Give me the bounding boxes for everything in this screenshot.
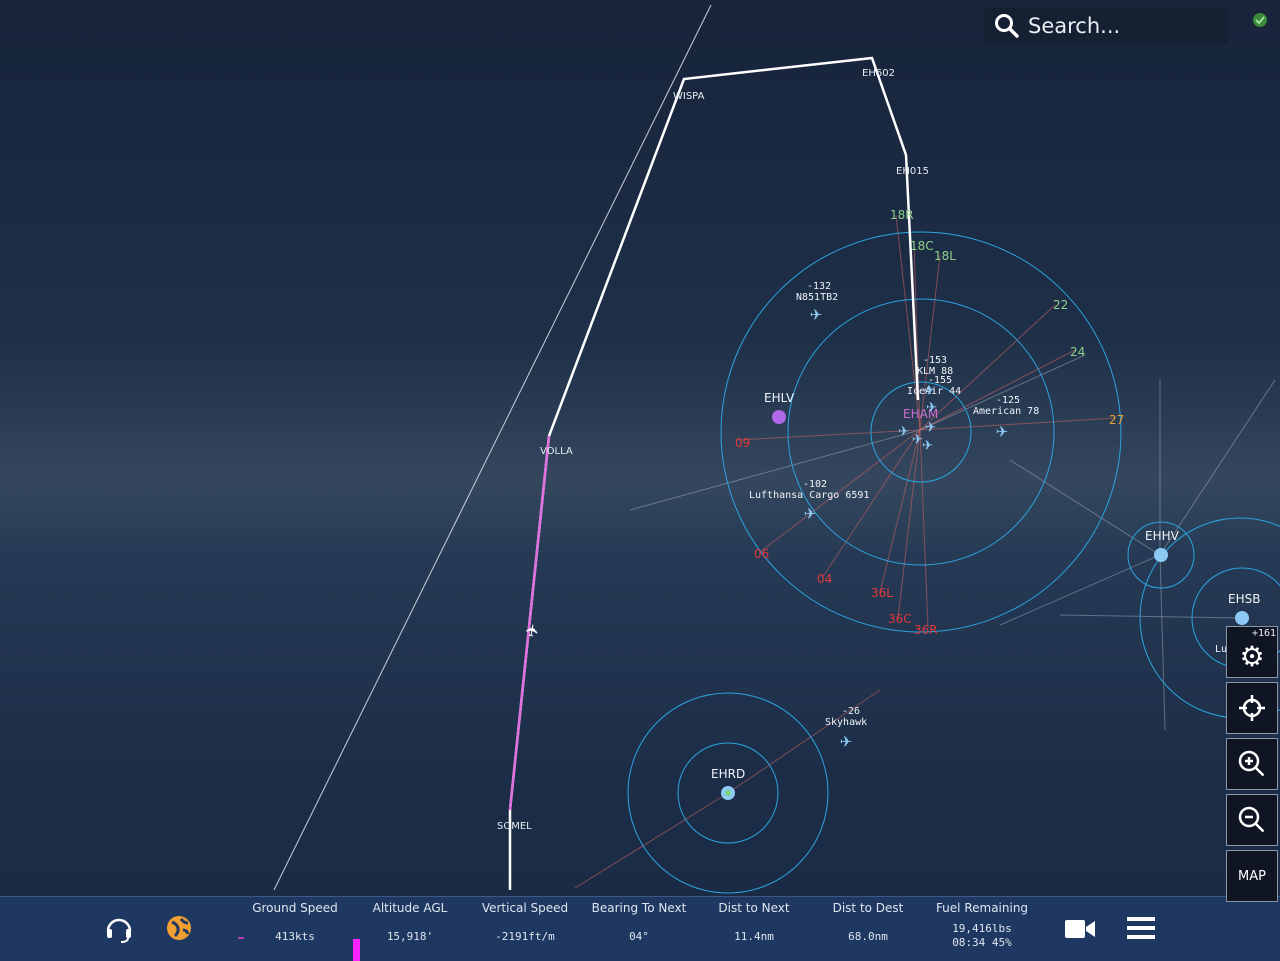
runway-extensions xyxy=(574,214,1276,889)
stat-dist-to-dest: Dist to Dest 68.0nm xyxy=(818,901,918,944)
headset-icon[interactable] xyxy=(104,913,134,943)
gear-icon: ⚙ xyxy=(1239,639,1265,673)
active-leg xyxy=(508,435,551,811)
waypoint-eh602[interactable]: EH602 xyxy=(862,68,895,79)
traffic-altitude: -125 xyxy=(996,395,1020,406)
crosshair-icon xyxy=(1239,695,1265,721)
zoom-out-button[interactable] xyxy=(1226,794,1278,846)
waypoint-wispa[interactable]: WISPA xyxy=(673,91,705,102)
own-aircraft-icon: ✈ xyxy=(518,622,545,639)
video-camera-icon[interactable] xyxy=(1064,917,1096,941)
search-box[interactable]: Search... xyxy=(984,8,1228,44)
stat-vertical-speed: Vertical Speed -2191ft/m xyxy=(475,901,575,944)
airport-ehsb-label: EHSB xyxy=(1228,592,1260,606)
runway-04: 04 xyxy=(817,572,832,586)
aircraft-icon: ✈ xyxy=(804,500,816,524)
traffic-altitude: -102 xyxy=(803,479,827,490)
connected-check-icon xyxy=(1253,13,1267,27)
stat-ground-speed: Ground Speed 413kts xyxy=(245,901,345,944)
stat-value: 68.0nm xyxy=(848,930,888,943)
stat-value: 19,416lbs xyxy=(952,922,1012,935)
runway-27: 27 xyxy=(1109,413,1124,427)
airport-ehrd-label: EHRD xyxy=(711,767,745,781)
runway-24: 24 xyxy=(1070,345,1085,359)
runway-09: 09 xyxy=(735,436,750,450)
airport-ehhv-marker[interactable] xyxy=(1154,548,1168,562)
airport-ehrd-dot xyxy=(725,790,731,796)
traffic-lufthansa-cargo-6591[interactable]: -102 Lufthansa Cargo 6591 ✈ xyxy=(749,479,869,524)
stat-label: Dist to Next xyxy=(718,901,790,915)
traffic-n851tb2[interactable]: -132 N851TB2 ✈ xyxy=(796,281,838,325)
aircraft-icon: ✈ xyxy=(922,434,933,455)
stat-value: 15,918' xyxy=(386,930,434,943)
airport-ehhv-label: EHHV xyxy=(1145,529,1180,543)
traffic-altitude: -132 xyxy=(807,281,831,292)
traffic-altitude: -153 xyxy=(923,355,947,366)
runway-36r: 36R xyxy=(914,623,938,637)
stat-fuel-remaining: Fuel Remaining 19,416lbs 08:34 45% xyxy=(927,901,1037,950)
zoom-out-icon xyxy=(1238,806,1265,833)
runway-36c: 36C xyxy=(888,612,912,626)
stat-altitude-agl: Altitude AGL 15,918' xyxy=(360,901,460,944)
stat-value: 04° xyxy=(629,930,649,943)
waypoint-volla[interactable]: VOLLA xyxy=(540,446,573,457)
stat-dist-to-next: Dist to Next 11.4nm xyxy=(704,901,804,944)
traffic-american78[interactable]: -125 American 78 ✈ xyxy=(973,395,1039,442)
flight-route xyxy=(508,56,920,890)
navigation-map[interactable]: WISPA EH602 EH015 VOLLA SOMEL 18R 18C 18… xyxy=(0,0,1280,896)
speed-trend-indicator xyxy=(238,937,244,939)
map-toolbar: ⚙ MAP xyxy=(1226,626,1278,906)
aircraft-icon: ✈ xyxy=(810,301,822,325)
direct-course-line xyxy=(273,4,712,891)
airport-ehsb-marker[interactable] xyxy=(1235,611,1249,625)
stat-label: Vertical Speed xyxy=(481,901,569,915)
zoom-in-icon xyxy=(1238,750,1265,777)
stat-label: Fuel Remaining xyxy=(935,901,1029,915)
runway-06: 06 xyxy=(754,547,769,561)
runway-22: 22 xyxy=(1053,298,1068,312)
recenter-button[interactable] xyxy=(1226,682,1278,734)
aircraft-icon: ✈ xyxy=(898,420,909,441)
runway-18c: 18C xyxy=(910,239,934,253)
runway-36l: 36L xyxy=(871,586,893,600)
altitude-trend-indicator xyxy=(353,939,360,961)
stat-label: Altitude AGL xyxy=(372,901,448,915)
stat-label: Ground Speed xyxy=(252,901,338,915)
map-mode-label: MAP xyxy=(1238,868,1266,884)
stat-label: Dist to Dest xyxy=(832,901,904,915)
airport-ehlv-marker[interactable] xyxy=(772,410,786,424)
traffic-altitude: -26 xyxy=(842,706,860,717)
traffic-skyhawk[interactable]: -26 Skyhawk ✈ xyxy=(825,706,867,752)
zoom-in-button[interactable] xyxy=(1226,738,1278,790)
map-mode-button[interactable]: MAP xyxy=(1226,850,1278,902)
stat-value: 413kts xyxy=(275,930,315,943)
stat-value: -2191ft/m xyxy=(495,930,555,943)
runway-18r: 18R xyxy=(890,208,914,222)
stat-bearing-to-next: Bearing To Next 04° xyxy=(584,901,694,944)
aircraft-icon: ✈ xyxy=(996,418,1008,442)
waypoint-eh015[interactable]: EH015 xyxy=(896,166,929,177)
traffic-callsign: Skyhawk xyxy=(825,717,867,728)
flight-info-bar: Ground Speed 413kts Altitude AGL 15,918' V… xyxy=(0,896,1280,961)
globe-icon[interactable] xyxy=(166,915,192,941)
runway-18l: 18L xyxy=(934,249,956,263)
stat-label: Bearing To Next xyxy=(591,901,687,915)
menu-icon[interactable] xyxy=(1126,915,1156,941)
aircraft-icon: ✈ xyxy=(926,396,937,417)
airport-ehlv-label: EHLV xyxy=(764,391,795,405)
stat-value-secondary: 08:34 45% xyxy=(952,936,1012,949)
traffic-klm88[interactable]: -153 KLM 88 xyxy=(917,355,953,377)
search-icon xyxy=(995,14,1019,38)
traffic-callsign: American 78 xyxy=(973,406,1039,417)
waypoint-somel[interactable]: SOMEL xyxy=(497,821,532,832)
search-placeholder: Search... xyxy=(1028,14,1121,38)
stat-value: 11.4nm xyxy=(734,930,774,943)
aircraft-icon: ✈ xyxy=(840,728,852,752)
traffic-lufthansa-altitude: +161 xyxy=(1252,628,1277,639)
